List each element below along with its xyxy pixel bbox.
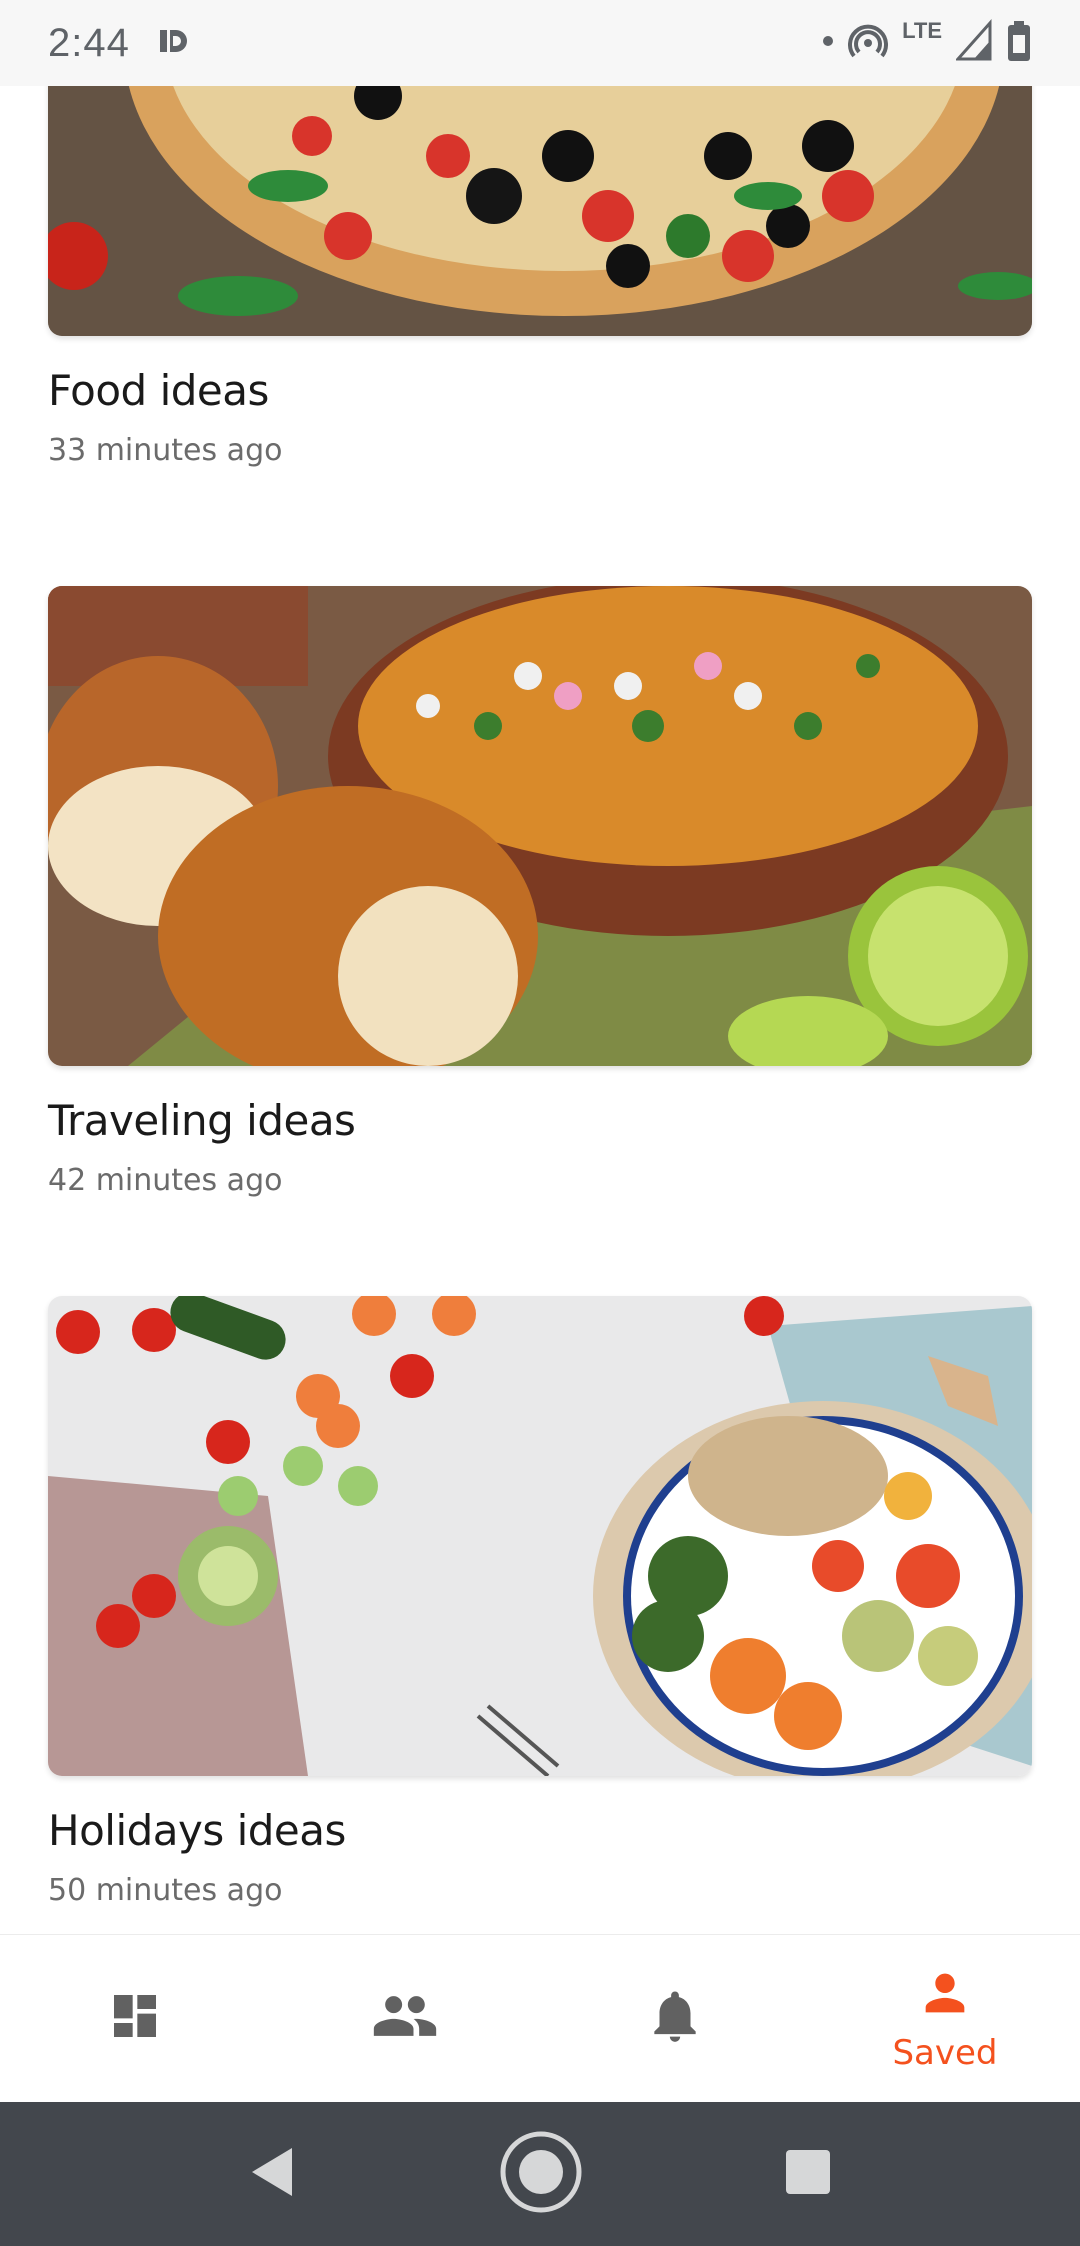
nav-notifications[interactable] (540, 1935, 810, 2103)
battery-icon (1006, 19, 1032, 68)
status-bar: 2:44 LTE (0, 0, 1080, 86)
people-icon (371, 1982, 439, 2055)
nav-people[interactable] (270, 1935, 540, 2103)
bell-icon (644, 1985, 706, 2052)
card-timestamp: 42 minutes ago (48, 1163, 283, 1198)
saved-card[interactable]: Food ideas 33 minutes ago (48, 86, 1032, 468)
pizza-photo[interactable] (48, 86, 1032, 336)
saved-card[interactable]: Traveling ideas 42 minutes ago (48, 586, 1032, 1198)
nav-dashboard[interactable] (0, 1935, 270, 2103)
nav-saved-label: Saved (892, 2033, 998, 2073)
dot-icon (822, 34, 834, 52)
nav-saved[interactable]: Saved (810, 1935, 1080, 2103)
bottom-navigation: Saved (0, 1934, 1080, 2102)
card-title[interactable]: Food ideas (48, 366, 1032, 415)
saved-feed[interactable]: Food ideas 33 minutes ago Traveling idea… (0, 86, 1080, 1934)
recents-icon[interactable] (784, 2148, 832, 2201)
card-timestamp: 50 minutes ago (48, 1873, 283, 1908)
saved-card[interactable]: Holidays ideas 50 minutes ago (48, 1296, 1032, 1908)
person-icon (916, 1964, 974, 2027)
curry-bowl-photo[interactable] (48, 586, 1032, 1066)
network-type: LTE (902, 18, 942, 43)
back-icon[interactable] (248, 2144, 298, 2205)
hotspot-icon (848, 21, 889, 66)
home-icon[interactable] (498, 2129, 584, 2220)
system-navigation-bar (0, 2102, 1080, 2246)
status-time: 2:44 (48, 20, 130, 65)
card-title[interactable]: Traveling ideas (48, 1096, 1032, 1145)
vegetable-bowl-photo[interactable] (48, 1296, 1032, 1776)
notification-app-icon (158, 26, 192, 61)
signal-icon (954, 18, 992, 68)
card-timestamp: 33 minutes ago (48, 433, 283, 468)
card-title[interactable]: Holidays ideas (48, 1806, 1032, 1855)
dashboard-icon (107, 1988, 163, 2049)
